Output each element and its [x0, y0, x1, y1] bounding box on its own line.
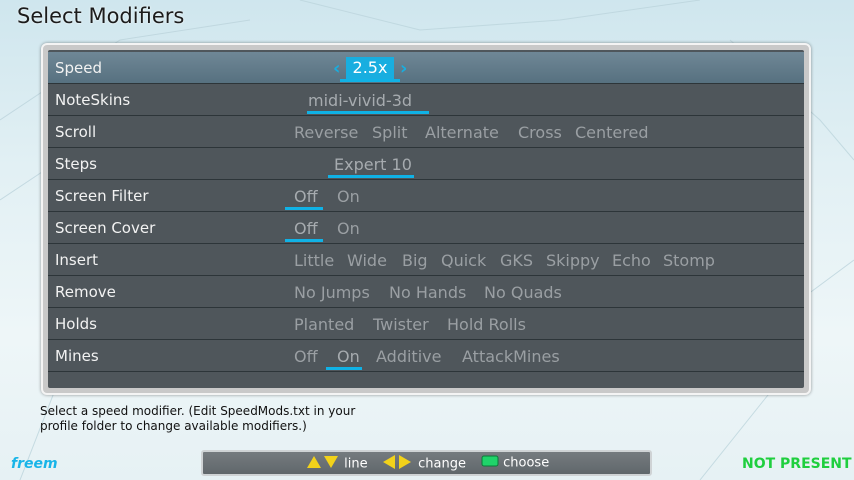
choice-midi-vivid-3d[interactable]: midi-vivid-3d	[308, 91, 412, 110]
option-row-mines[interactable]: Mines Off On Additive AttackMines	[48, 340, 804, 372]
choice-on[interactable]: On	[337, 347, 360, 366]
option-row-screen-cover[interactable]: Screen Cover Off On	[48, 212, 804, 244]
right-chevron-icon[interactable]: ›	[400, 58, 407, 79]
help-line: line	[306, 455, 368, 473]
speed-underline	[340, 79, 400, 82]
choice-twister[interactable]: Twister	[373, 315, 429, 334]
choice-gks[interactable]: GKS	[500, 251, 533, 270]
choice-expert-10[interactable]: Expert 10	[334, 155, 412, 174]
choice-off[interactable]: Off	[294, 187, 318, 206]
player-status: NOT PRESENT	[742, 456, 852, 472]
choice-off[interactable]: Off	[294, 219, 318, 238]
choice-big[interactable]: Big	[402, 251, 428, 270]
option-label: Holds	[55, 315, 97, 333]
options-panel: Speed ‹ 2.5x › NoteSkins midi-vivid-3d Scroll R…	[41, 43, 811, 395]
choice-echo[interactable]: Echo	[612, 251, 651, 270]
option-row-noteskins[interactable]: NoteSkins midi-vivid-3d	[48, 84, 804, 116]
option-label: Mines	[55, 347, 99, 365]
choice-cross[interactable]: Cross	[518, 123, 562, 142]
selection-underline	[307, 111, 429, 114]
options-list: Speed ‹ 2.5x › NoteSkins midi-vivid-3d Scroll R…	[48, 50, 804, 388]
choice-quick[interactable]: Quick	[441, 251, 486, 270]
help-choose-label: choose	[503, 455, 550, 471]
option-label: Screen Cover	[55, 219, 156, 237]
choice-reverse[interactable]: Reverse	[294, 123, 358, 142]
option-label: Scroll	[55, 123, 97, 141]
option-label: Insert	[55, 251, 99, 269]
choice-alternate[interactable]: Alternate	[425, 123, 499, 142]
row-divider	[48, 371, 804, 372]
choice-no-hands[interactable]: No Hands	[389, 283, 466, 302]
option-label: Steps	[55, 155, 97, 173]
choice-planted[interactable]: Planted	[294, 315, 354, 334]
choice-no-quads[interactable]: No Quads	[484, 283, 562, 302]
option-row-scroll[interactable]: Scroll Reverse Split Alternate Cross Centered	[48, 116, 804, 148]
screen-title: Select Modifiers	[17, 4, 185, 28]
choice-hold-rolls[interactable]: Hold Rolls	[447, 315, 526, 334]
speed-value[interactable]: 2.5x	[346, 57, 394, 79]
selection-underline	[328, 175, 414, 178]
freem-logo: freem	[11, 456, 58, 472]
left-right-arrows-icon	[382, 455, 414, 473]
selection-underline	[285, 207, 323, 210]
option-label: Remove	[55, 283, 116, 301]
choice-stomp[interactable]: Stomp	[663, 251, 715, 270]
option-row-steps[interactable]: Steps Expert 10	[48, 148, 804, 180]
selection-underline	[326, 367, 362, 370]
choice-additive[interactable]: Additive	[376, 347, 441, 366]
up-down-arrows-icon	[306, 455, 340, 473]
choice-off[interactable]: Off	[294, 347, 318, 366]
option-label: NoteSkins	[55, 91, 131, 109]
choose-button-icon	[481, 455, 499, 471]
choice-wide[interactable]: Wide	[347, 251, 387, 270]
help-line-label: line	[344, 456, 368, 472]
option-row-holds[interactable]: Holds Planted Twister Hold Rolls	[48, 308, 804, 340]
option-label: Speed	[55, 59, 103, 77]
option-row-speed[interactable]: Speed ‹ 2.5x ›	[48, 52, 804, 84]
help-bar: line change choose	[201, 450, 652, 476]
choice-centered[interactable]: Centered	[575, 123, 649, 142]
help-choose: choose	[481, 455, 549, 471]
choice-little[interactable]: Little	[294, 251, 334, 270]
choice-attackmines[interactable]: AttackMines	[462, 347, 560, 366]
choice-on[interactable]: On	[337, 187, 360, 206]
option-row-insert[interactable]: Insert Little Wide Big Quick GKS Skippy Echo Sto…	[48, 244, 804, 276]
option-row-screen-filter[interactable]: Screen Filter Off On	[48, 180, 804, 212]
choice-on[interactable]: On	[337, 219, 360, 238]
choice-no-jumps[interactable]: No Jumps	[294, 283, 370, 302]
option-label: Screen Filter	[55, 187, 149, 205]
option-row-remove[interactable]: Remove No Jumps No Hands No Quads	[48, 276, 804, 308]
choice-skippy[interactable]: Skippy	[546, 251, 600, 270]
choice-split[interactable]: Split	[372, 123, 407, 142]
help-change-label: change	[418, 456, 466, 472]
help-change: change	[382, 455, 466, 473]
explanation-text: Select a speed modifier. (Edit SpeedMods…	[40, 404, 356, 433]
selection-underline	[285, 239, 323, 242]
left-chevron-icon[interactable]: ‹	[333, 58, 340, 79]
